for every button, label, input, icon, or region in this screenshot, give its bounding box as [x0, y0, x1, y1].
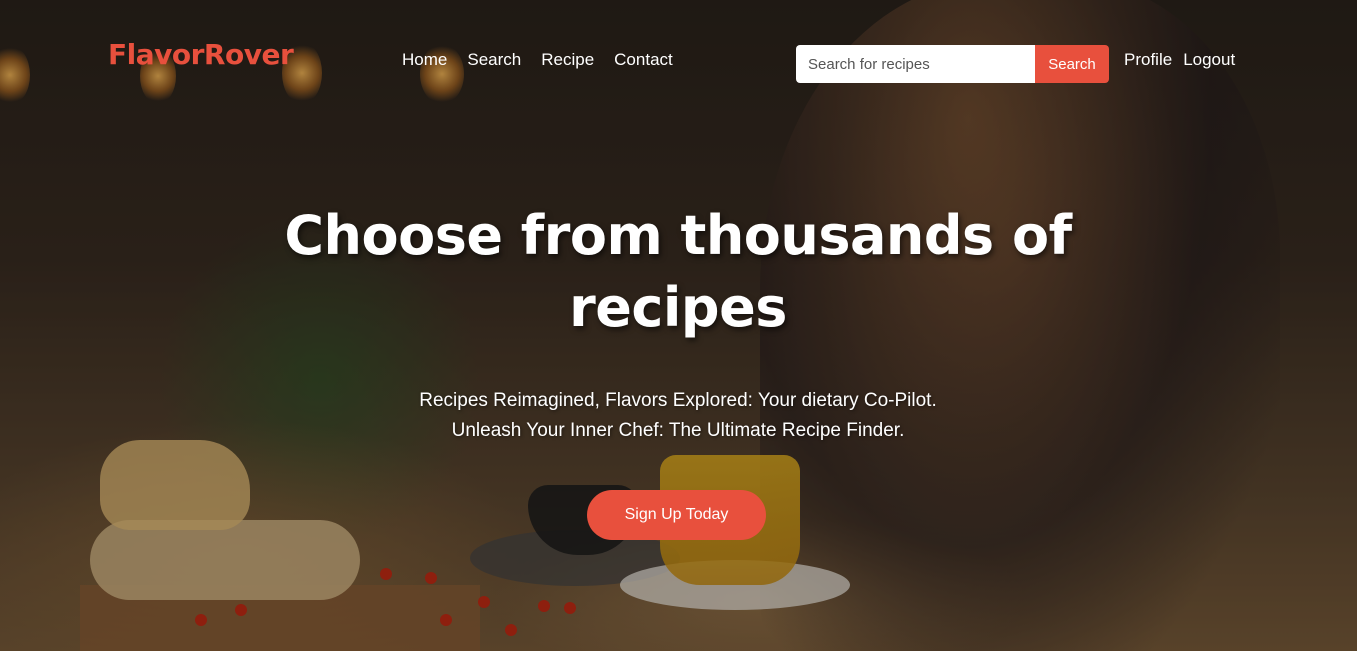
hero-subtitle-line1: Recipes Reimagined, Flavors Explored: Yo… — [419, 390, 937, 411]
hero-subtitle: Recipes Reimagined, Flavors Explored: Yo… — [278, 386, 1078, 446]
hero-title: Choose from thousands of recipes — [178, 200, 1178, 344]
brand-logo[interactable]: FlavorRover — [108, 38, 294, 71]
user-nav: Profile Logout — [1124, 50, 1235, 70]
nav-link-logout[interactable]: Logout — [1183, 50, 1235, 70]
hero-section: FlavorRover Home Search Recipe Contact S… — [0, 0, 1357, 651]
search-input[interactable] — [796, 45, 1035, 83]
nav-link-contact[interactable]: Contact — [614, 50, 673, 70]
nav-link-home[interactable]: Home — [402, 50, 447, 70]
main-nav: Home Search Recipe Contact — [402, 50, 673, 70]
hero-subtitle-line2: Unleash Your Inner Chef: The Ultimate Re… — [451, 420, 905, 441]
nav-link-recipe[interactable]: Recipe — [541, 50, 594, 70]
nav-link-search[interactable]: Search — [467, 50, 521, 70]
search-form: Search — [796, 45, 1109, 83]
hero-title-line2: recipes — [569, 276, 787, 339]
hero-title-line1: Choose from thousands of — [284, 204, 1072, 267]
search-button[interactable]: Search — [1035, 45, 1109, 83]
sign-up-button[interactable]: Sign Up Today — [587, 490, 766, 540]
nav-link-profile[interactable]: Profile — [1124, 50, 1172, 70]
